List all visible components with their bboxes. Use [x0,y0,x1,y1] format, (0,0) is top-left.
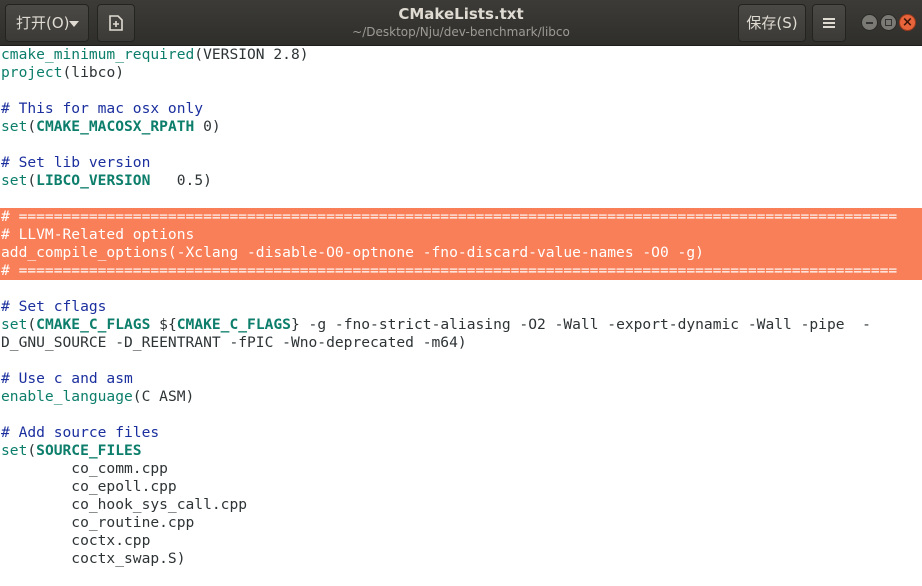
code-token: # LLVM-Related options [1,226,195,243]
code-token: cmake_minimum_required [1,46,195,63]
code-token: set [1,118,28,135]
code-line[interactable] [0,352,922,370]
code-token: # Use c and asm [1,370,133,387]
code-line[interactable]: enable_language(C ASM) [0,388,922,406]
code-line[interactable]: add_compile_options(-Xclang -disable-O0-… [0,244,922,262]
code-line[interactable]: # ======================================… [0,262,922,280]
code-token: add_compile_options(-Xclang -disable-O0-… [1,244,704,261]
text-editor[interactable]: cmake_minimum_required(VERSION 2.8) proje… [0,46,922,586]
code-token: (VERSION 2.8) [194,46,309,63]
code-line[interactable] [0,82,922,100]
open-button-label: 打开(O) [16,14,70,32]
code-token: co_comm.cpp [1,460,168,477]
code-line[interactable]: project(libco) [0,64,922,82]
hamburger-menu-icon [823,18,835,28]
code-token: ( [27,118,37,135]
code-token: ( [27,172,37,189]
code-token: D_GNU_SOURCE -D_REENTRANT -fPIC -Wno-dep… [1,334,467,351]
open-button[interactable]: 打开(O) [5,4,89,42]
save-button-label: 保存(S) [746,14,798,32]
code-line[interactable] [0,136,922,154]
save-button[interactable]: 保存(S) [738,4,806,42]
code-line[interactable]: cmake_minimum_required(VERSION 2.8) [0,46,922,64]
code-line[interactable]: # This for mac osx only [0,100,922,118]
maximize-button[interactable] [880,14,897,31]
code-line[interactable] [0,280,922,298]
code-token: ${ [150,316,177,333]
minimize-icon [866,22,873,24]
code-token: set [1,316,28,333]
code-line[interactable]: # Set lib version [0,154,922,172]
code-token: 0) [194,118,221,135]
code-token: CMAKE_MACOSX_RPATH [36,118,195,135]
code-token: CMAKE_C_FLAGS [36,316,151,333]
code-token: # Set cflags [1,298,107,315]
code-line[interactable]: D_GNU_SOURCE -D_REENTRANT -fPIC -Wno-dep… [0,334,922,352]
code-token: (libco) [62,64,125,81]
code-token: co_routine.cpp [1,514,195,531]
code-token: co_hook_sys_call.cpp [1,496,248,513]
code-token: 0.5) [150,172,212,189]
code-line[interactable]: set(LIBCO_VERSION 0.5) [0,172,922,190]
code-token: CMAKE_C_FLAGS [176,316,291,333]
document-title: CMakeLists.txt [398,5,524,23]
code-token: # ======================================… [1,262,898,279]
code-line[interactable]: set(SOURCE_FILES [0,442,922,460]
code-line[interactable]: co_hook_sys_call.cpp [0,496,922,514]
code-line[interactable]: # ======================================… [0,208,922,226]
code-line[interactable] [0,406,922,424]
code-token: # Set lib version [1,154,151,171]
code-token: set [1,442,28,459]
code-line[interactable]: # Add source files [0,424,922,442]
code-line[interactable]: # LLVM-Related options [0,226,922,244]
code-line[interactable]: coctx.cpp [0,532,922,550]
code-line[interactable]: co_epoll.cpp [0,478,922,496]
close-icon: × [902,15,913,30]
code-line[interactable]: co_routine.cpp [0,514,922,532]
window-title: CMakeLists.txt ~/Desktop/Nju/dev-benchma… [300,5,622,40]
new-document-button[interactable] [97,4,135,42]
code-token: coctx.cpp [1,532,151,549]
maximize-icon [885,19,892,26]
code-token: # Add source files [1,424,160,441]
code-line[interactable]: set(CMAKE_MACOSX_RPATH 0) [0,118,922,136]
code-token: # ======================================… [1,208,898,225]
new-document-icon [109,15,123,31]
code-token: } -g -fno-strict-aliasing -O2 -Wall -exp… [290,316,871,333]
header-bar: 打开(O) CMakeLists.txt ~/Desktop/Nju/dev-b… [0,0,922,46]
code-token: (C ASM) [132,388,195,405]
code-line[interactable]: co_comm.cpp [0,460,922,478]
code-token: ( [27,442,37,459]
code-token: # This for mac osx only [1,100,204,117]
code-token: ( [27,316,37,333]
code-line[interactable]: # Set cflags [0,298,922,316]
code-line[interactable] [0,190,922,208]
code-line[interactable]: coctx_swap.S) [0,550,922,568]
code-token: project [1,64,63,81]
document-path: ~/Desktop/Nju/dev-benchmark/libco [352,25,570,39]
chevron-down-icon [69,21,79,27]
code-token: co_epoll.cpp [1,478,177,495]
code-token: coctx_swap.S) [1,550,186,567]
code-token: set [1,172,28,189]
menu-button[interactable] [812,4,846,42]
code-token: SOURCE_FILES [36,442,142,459]
close-button[interactable]: × [899,14,916,31]
code-token: LIBCO_VERSION [36,172,151,189]
code-token: enable_language [1,388,133,405]
code-line[interactable]: set(CMAKE_C_FLAGS ${CMAKE_C_FLAGS} -g -f… [0,316,922,334]
minimize-button[interactable] [861,14,878,31]
code-line[interactable]: # Use c and asm [0,370,922,388]
